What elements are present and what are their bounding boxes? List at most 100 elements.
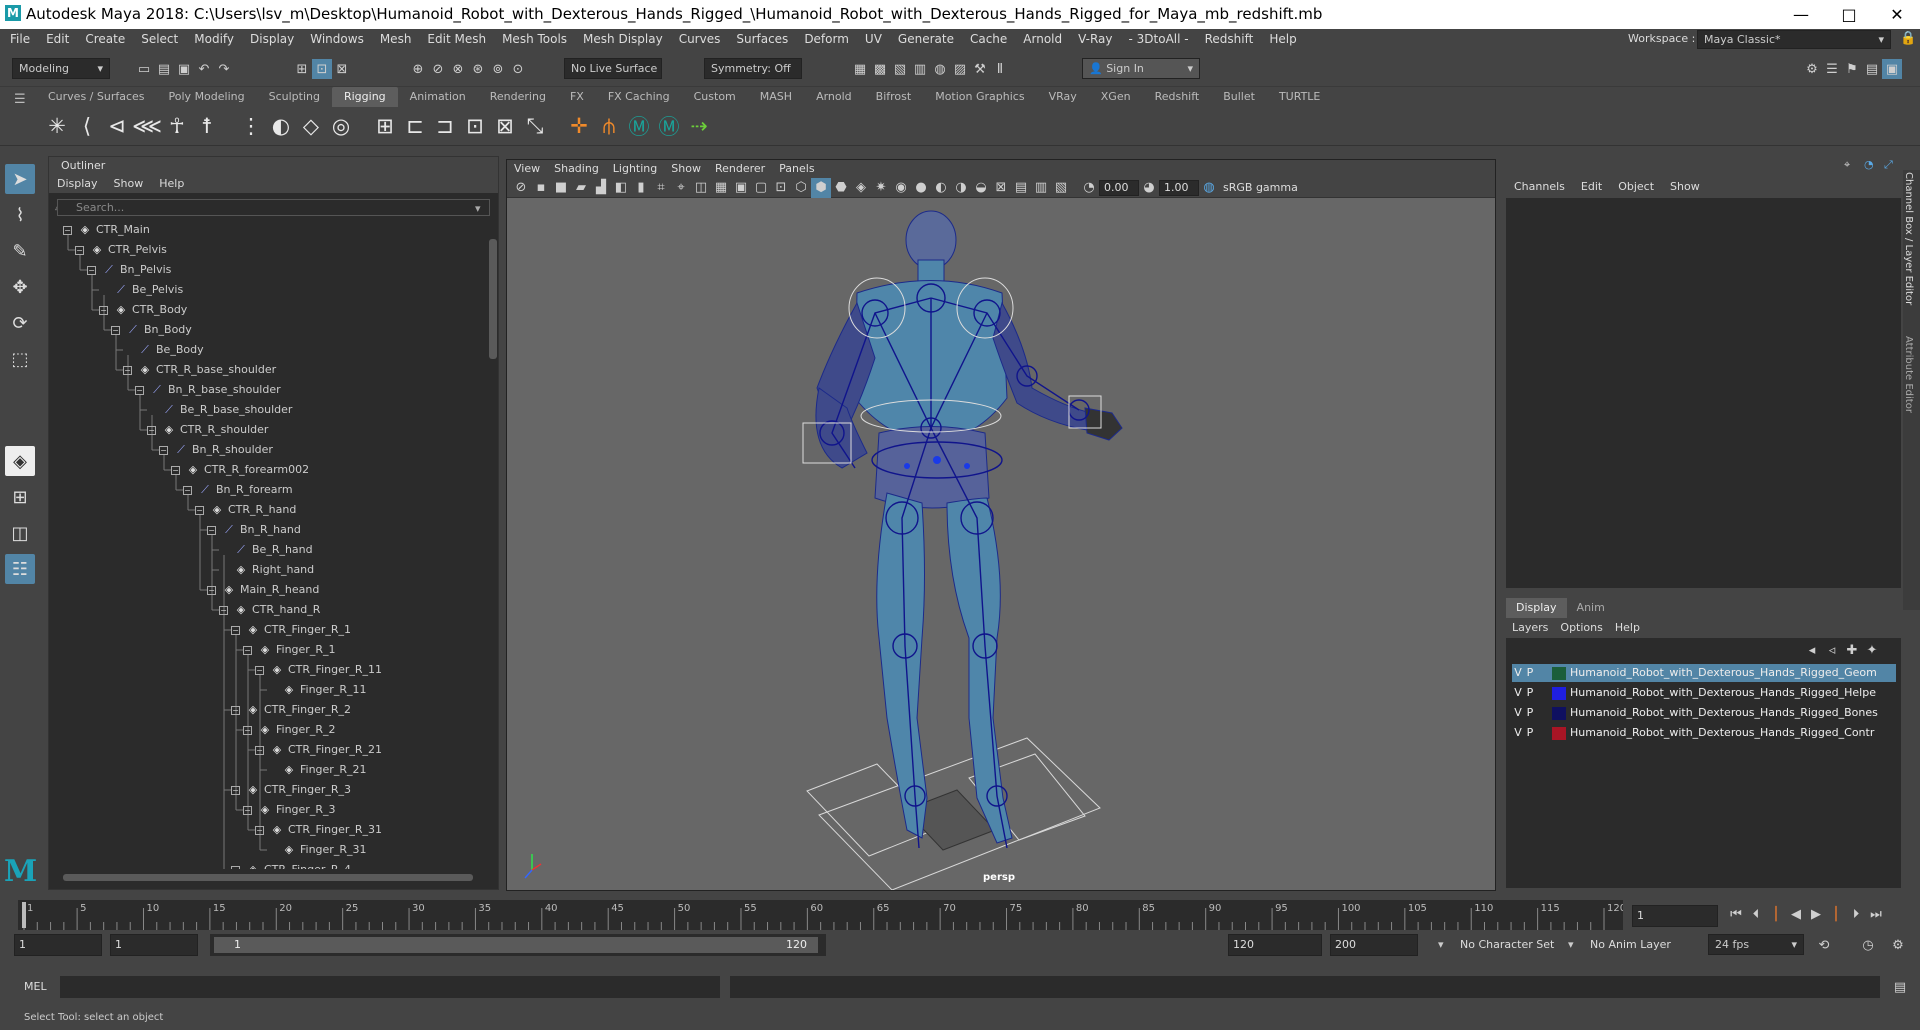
- outliner-node[interactable]: − ◈ CTR_Finger_R_31: [255, 820, 382, 840]
- outliner-node[interactable]: − ◈ Finger_R_2: [243, 720, 335, 740]
- menu-item[interactable]: Edit Mesh: [419, 29, 494, 50]
- outliner-node[interactable]: − ◈ CTR_Finger_R_11: [255, 660, 382, 680]
- expand-toggle-icon[interactable]: −: [231, 785, 240, 795]
- end-time-field[interactable]: 200: [1330, 934, 1418, 956]
- outliner-node[interactable]: − ◈ CTR_Finger_R_2: [231, 700, 351, 720]
- rs-ipr-icon[interactable]: ⚒: [970, 59, 990, 79]
- move-tool-icon[interactable]: ✥: [5, 272, 35, 302]
- menu-item[interactable]: Help: [1261, 29, 1304, 50]
- shelf-tab[interactable]: XGen: [1089, 87, 1143, 107]
- outliner-vscrollbar[interactable]: [488, 219, 498, 869]
- range-slider[interactable]: 1 120: [210, 934, 826, 956]
- use-lights-icon[interactable]: ✷: [871, 178, 891, 198]
- select-camera-icon[interactable]: ⊘: [511, 178, 531, 198]
- viewport-menu-item[interactable]: View: [507, 160, 547, 178]
- lock-camera-icon[interactable]: ▪: [531, 178, 551, 198]
- tool-settings-icon[interactable]: ⚑: [1842, 59, 1862, 79]
- play-back-icon[interactable]: ◀: [1786, 904, 1806, 924]
- xray-icon[interactable]: ▤: [1011, 178, 1031, 198]
- workspace-dropdown[interactable]: Maya Classic* ▾: [1697, 30, 1891, 49]
- expand-toggle-icon[interactable]: −: [255, 745, 264, 755]
- shelf-tab[interactable]: FX Caching: [596, 87, 682, 107]
- range-slider-thumb[interactable]: 1 120: [214, 937, 818, 953]
- image-plane-icon[interactable]: ▟: [591, 178, 611, 198]
- mel-label[interactable]: MEL: [24, 980, 47, 993]
- xray-active-icon[interactable]: ▧: [1051, 178, 1071, 198]
- smooth-bind-icon[interactable]: ⋮: [236, 110, 266, 142]
- component-select-icon[interactable]: ⊠: [332, 59, 352, 79]
- grease-pencil-icon[interactable]: ▮: [631, 178, 651, 198]
- menu-item[interactable]: Mesh Tools: [494, 29, 575, 50]
- aa-icon[interactable]: ◑: [951, 178, 971, 198]
- fps-dropdown[interactable]: 24 fps ▾: [1708, 934, 1804, 955]
- new-layer-icon[interactable]: ✚: [1842, 640, 1862, 660]
- viewport-menu-item[interactable]: Panels: [772, 160, 821, 178]
- viewport-menu-item[interactable]: Shading: [547, 160, 606, 178]
- expand-toggle-icon[interactable]: −: [159, 445, 168, 455]
- maximize-button[interactable]: □: [1826, 0, 1872, 29]
- parent-constraint-icon[interactable]: ⊠: [490, 110, 520, 142]
- ipr-render-icon[interactable]: ▧: [890, 59, 910, 79]
- go-to-end-icon[interactable]: ⏭: [1866, 904, 1886, 924]
- layer-color-swatch[interactable]: [1552, 706, 1566, 720]
- snap-grid-icon[interactable]: ⊕: [408, 59, 428, 79]
- outliner-node[interactable]: − ◈ CTR_Pelvis: [75, 240, 167, 260]
- safe-action-icon[interactable]: ▢: [751, 178, 771, 198]
- symmetry-dropdown[interactable]: Symmetry: Off: [704, 58, 802, 79]
- expand-toggle-icon[interactable]: −: [195, 505, 204, 515]
- outliner-node[interactable]: − ◈ CTR_hand_R: [219, 600, 320, 620]
- move-layer-up-icon[interactable]: ◂: [1802, 640, 1822, 660]
- cluster-icon[interactable]: ◎: [326, 110, 356, 142]
- gate-mask-icon[interactable]: ▦: [711, 178, 731, 198]
- character-set-dropdown[interactable]: No Character Set: [1460, 938, 1554, 951]
- exposure-icon[interactable]: ◔: [1079, 178, 1099, 198]
- sign-in-button[interactable]: 👤 Sign In ▾: [1082, 58, 1200, 79]
- menu-item[interactable]: Curves: [671, 29, 729, 50]
- expand-toggle-icon[interactable]: −: [231, 865, 240, 869]
- lock-icon[interactable]: 🔒: [1900, 31, 1916, 46]
- outliner-node[interactable]: − ◈ CTR_R_base_shoulder: [123, 360, 276, 380]
- snap-surface-icon[interactable]: ⊚: [488, 59, 508, 79]
- menu-item[interactable]: Windows: [302, 29, 372, 50]
- expand-toggle-icon[interactable]: −: [123, 365, 132, 375]
- rotate-tool-icon[interactable]: ⟳: [5, 308, 35, 338]
- expand-toggle-icon[interactable]: −: [183, 485, 192, 495]
- modeling-toolkit-icon[interactable]: ⚙: [1802, 59, 1822, 79]
- field-chart-icon[interactable]: ▣: [731, 178, 751, 198]
- outliner-node[interactable]: − ⟋ Bn_Body: [111, 320, 192, 340]
- close-button[interactable]: ✕: [1874, 0, 1920, 29]
- layer-color-swatch[interactable]: [1552, 726, 1566, 740]
- menu-item[interactable]: Mesh: [372, 29, 420, 50]
- gamma-icon[interactable]: ◕: [1139, 178, 1159, 198]
- shelf-tab[interactable]: Custom: [682, 87, 748, 107]
- expand-toggle-icon[interactable]: −: [255, 825, 264, 835]
- expand-icon[interactable]: ⤢: [1884, 158, 1893, 172]
- layer-row[interactable]: V P Humanoid_Robot_with_Dexterous_Hands_Ri…: [1512, 664, 1896, 682]
- expand-toggle-icon[interactable]: −: [147, 425, 156, 435]
- layer-playback-toggle[interactable]: P: [1524, 664, 1536, 682]
- expand-toggle-icon[interactable]: −: [243, 805, 252, 815]
- layer-color-swatch[interactable]: [1552, 666, 1566, 680]
- ik-spline-icon[interactable]: ⊲: [102, 110, 132, 142]
- menu-item[interactable]: File: [2, 29, 38, 50]
- outliner-menu-item[interactable]: Display: [49, 175, 106, 193]
- layer-row[interactable]: V P Humanoid_Robot_with_Dexterous_Hands_Ri…: [1512, 704, 1896, 722]
- vscroll-thumb[interactable]: [489, 239, 497, 359]
- outliner-menu-item[interactable]: Help: [151, 175, 192, 193]
- pause-icon[interactable]: Ⅱ: [990, 59, 1010, 79]
- channel-box-tab[interactable]: Channel Box / Layer Editor: [1903, 172, 1914, 312]
- two-pane-icon[interactable]: ◫: [5, 518, 35, 548]
- wireframe-icon[interactable]: ⬡: [791, 178, 811, 198]
- camera-attr-icon[interactable]: ■: [551, 178, 571, 198]
- outliner-node[interactable]: ◈ Right_hand: [219, 560, 314, 580]
- outliner-node[interactable]: − ⟋ Bn_Pelvis: [87, 260, 171, 280]
- snap-magnet-icon[interactable]: ⊙: [508, 59, 528, 79]
- outliner-node[interactable]: − ◈ Finger_R_1: [243, 640, 335, 660]
- play-forward-icon[interactable]: ▶: [1806, 904, 1826, 924]
- menu-item[interactable]: Select: [133, 29, 186, 50]
- layer-playback-toggle[interactable]: P: [1524, 684, 1536, 702]
- outliner-node[interactable]: ◈ Finger_R_11: [267, 680, 367, 700]
- export-icon[interactable]: ⇢: [684, 110, 714, 142]
- four-pane-icon[interactable]: ⊞: [5, 482, 35, 512]
- save-scene-icon[interactable]: ▣: [174, 59, 194, 79]
